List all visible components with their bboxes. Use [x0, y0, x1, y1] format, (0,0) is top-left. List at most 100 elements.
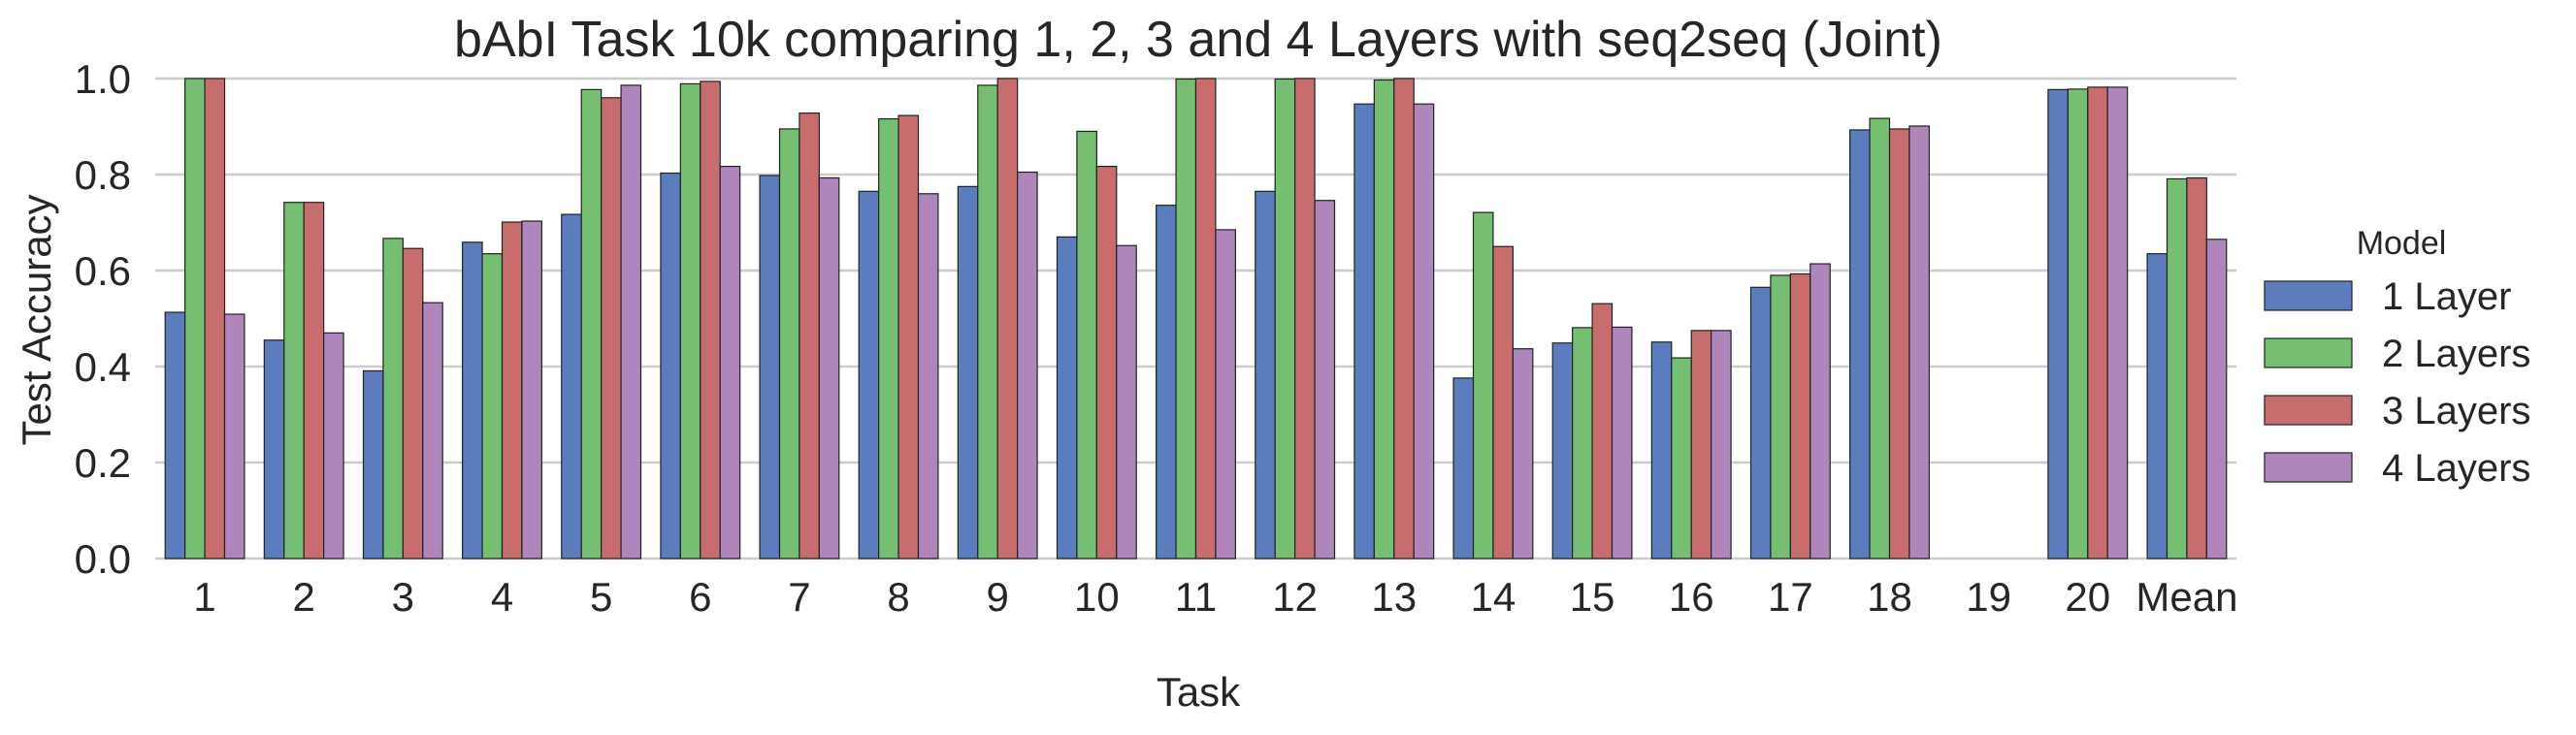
y-tick-label: 0.2 [75, 440, 131, 486]
bar-2-layers-task-6 [679, 82, 701, 559]
bar-3-layers-task-17 [1789, 272, 1811, 559]
bar-4-layers-task-13 [1413, 103, 1435, 559]
bar-3-layers-task-15 [1591, 303, 1614, 559]
bar-4-layers-task-16 [1711, 330, 1732, 559]
bar-1-layer-task-16 [1650, 341, 1673, 559]
bar-3-layers-task-2 [303, 202, 325, 559]
bar-1-layer-task-4 [462, 241, 483, 559]
bar-1-layer-task-3 [362, 369, 384, 559]
bar-4-layers-task-18 [1908, 125, 1930, 559]
bar-3-layers-task-10 [1095, 165, 1118, 559]
bar-4-layers-task-11 [1215, 229, 1236, 559]
bar-3-layers-task-6 [700, 80, 721, 559]
bar-1-layer-task-6 [660, 172, 681, 559]
legend-label: 2 Layers [2382, 333, 2530, 375]
bar-4-layers-task-mean [2205, 239, 2228, 559]
bar-3-layers-task-20 [2087, 86, 2108, 559]
legend-label: 3 Layers [2382, 390, 2530, 432]
bar-3-layers-task-7 [799, 112, 820, 559]
bar-1-layer-task-8 [858, 190, 880, 559]
bar-4-layers-task-7 [818, 176, 840, 559]
chart-title: bAbI Task 10k comparing 1, 2, 3 and 4 La… [454, 12, 1942, 68]
bar-2-layers-task-13 [1373, 79, 1395, 559]
bar-2-layers-task-8 [878, 117, 899, 559]
bar-1-layer-task-12 [1255, 190, 1276, 559]
x-ticks: 1 2 3 4 5 6 7 8 9 10 11 12 13 14 15 16 17 18 19 20 Mean [193, 574, 2237, 620]
bar-4-layers-task-4 [521, 220, 542, 559]
bar-2-layers-task-15 [1572, 327, 1593, 559]
bar-4-layers-task-8 [917, 193, 939, 559]
bar-3-layers-task-mean [2186, 176, 2207, 559]
x-tick-label: 16 [1669, 574, 1714, 620]
bar-4-layers-task-6 [719, 165, 741, 559]
legend-swatch [2264, 395, 2353, 426]
legend: Model 1 Layer 2 Layers 3 Layers 4 Layers [2264, 225, 2530, 490]
bar-chart: bAbI Task 10k comparing 1, 2, 3 and 4 La… [14, 12, 2530, 715]
legend-title: Model [2357, 225, 2447, 262]
bar-4-layers-task-5 [620, 84, 642, 559]
bar-3-layers-task-5 [601, 97, 622, 559]
bar-4-layers-task-12 [1314, 200, 1336, 559]
bar-4-layers-task-2 [323, 332, 344, 559]
x-tick-label: 10 [1074, 574, 1120, 620]
bar-4-layers-task-14 [1512, 348, 1534, 559]
x-tick-label: 3 [392, 574, 414, 620]
bar-2-layers-task-10 [1076, 130, 1097, 559]
legend-swatch [2264, 337, 2353, 368]
bar-2-layers-task-3 [382, 238, 404, 559]
bar-2-layers-task-mean [2166, 177, 2188, 559]
bar-2-layers-task-1 [184, 78, 206, 559]
bar-1-layer-task-5 [561, 213, 582, 559]
x-tick-label: 17 [1768, 574, 1813, 620]
bar-4-layers-task-3 [422, 302, 443, 559]
x-tick-label: 4 [491, 574, 513, 620]
x-tick-label: 7 [788, 574, 810, 620]
bar-4-layers-task-17 [1810, 263, 1831, 559]
bar-2-layers-task-18 [1869, 117, 1891, 559]
x-tick-label: 12 [1272, 574, 1318, 620]
bar-3-layers-task-3 [402, 247, 424, 559]
bar-3-layers-task-8 [897, 114, 920, 559]
bar-2-layers-task-9 [977, 84, 998, 559]
y-tick-label: 1.0 [75, 56, 131, 102]
bar-1-layer-task-17 [1749, 286, 1772, 559]
legend-label: 4 Layers [2382, 447, 2530, 490]
x-tick-label: 2 [293, 574, 315, 620]
bar-3-layers-task-11 [1194, 78, 1217, 559]
bar-3-layers-task-12 [1294, 78, 1316, 559]
bar-1-layer-task-11 [1156, 205, 1177, 559]
y-axis-label: Test Accuracy [14, 194, 59, 445]
bar-3-layers-task-18 [1888, 128, 1910, 559]
x-tick-label: 18 [1867, 574, 1912, 620]
y-tick-label: 0.4 [75, 344, 131, 390]
bar-2-layers-task-4 [481, 253, 504, 559]
bar-1-layer-task-18 [1849, 129, 1871, 559]
bar-3-layers-task-14 [1492, 245, 1514, 559]
x-tick-label: 14 [1471, 574, 1516, 620]
bar-4-layers-task-9 [1017, 171, 1038, 559]
legend-label: 1 Layer [2382, 275, 2511, 318]
bar-2-layers-task-16 [1671, 357, 1692, 559]
bar-1-layer-task-14 [1452, 377, 1475, 559]
x-axis-label: Task [1157, 669, 1241, 715]
bar-2-layers-task-12 [1274, 78, 1296, 559]
bar-1-layer-task-2 [263, 339, 285, 559]
bar-4-layers-task-15 [1611, 326, 1633, 559]
bar-1-layer-task-20 [2047, 88, 2069, 559]
bar-1-layer-task-13 [1353, 103, 1375, 559]
bar-2-layers-task-20 [2067, 88, 2089, 559]
x-tick-label: 11 [1175, 574, 1218, 620]
x-tick-label: 1 [193, 574, 215, 620]
bar-3-layers-task-1 [204, 78, 226, 559]
bar-4-layers-task-20 [2106, 86, 2129, 559]
bar-2-layers-task-2 [283, 202, 305, 559]
y-tick-label: 0.8 [75, 152, 131, 198]
bar-1-layer-task-1 [164, 311, 186, 559]
x-tick-label: 8 [887, 574, 909, 620]
x-tick-label: 9 [987, 574, 1009, 620]
bar-2-layers-task-14 [1472, 211, 1494, 559]
bar-1-layer-task-15 [1551, 342, 1574, 559]
y-ticks: 0.0 0.2 0.4 0.6 0.8 1.0 [75, 56, 131, 582]
bars [164, 78, 2228, 559]
x-tick-label: 6 [689, 574, 711, 620]
